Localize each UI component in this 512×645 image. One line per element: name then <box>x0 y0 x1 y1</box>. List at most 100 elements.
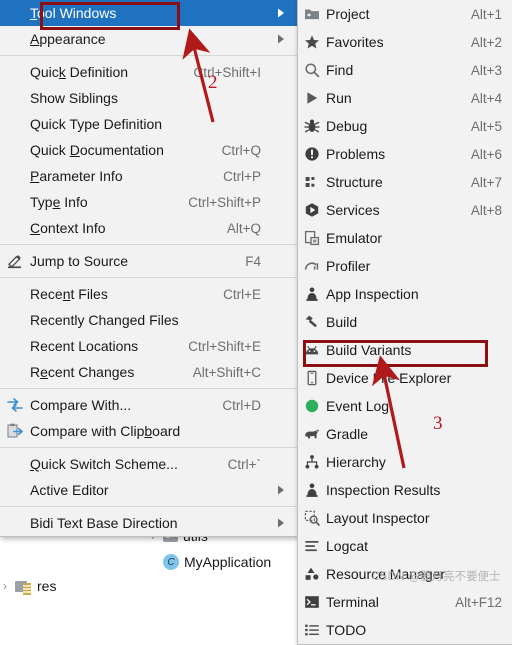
menu-separator <box>0 506 297 507</box>
submenu-item-event-log[interactable]: Event Log <box>298 392 512 420</box>
view-menu[interactable]: Tool Windows Appearance Quick Definition Ct… <box>0 0 298 537</box>
gradle-elephant-icon <box>298 426 326 442</box>
class-icon: C <box>163 554 179 570</box>
menu-item-tool-windows[interactable]: Tool Windows <box>0 0 297 26</box>
tree-row-label: MyApplication <box>184 554 272 570</box>
menu-separator <box>0 447 297 448</box>
menu-item-compare-with-clipboard[interactable]: Compare with Clipboard <box>0 418 297 444</box>
tree-row-label: res <box>37 578 57 594</box>
menu-item-label: Parameter Info <box>30 168 123 184</box>
submenu-item-label: Problems <box>326 146 386 162</box>
submenu-item-terminal[interactable]: Terminal Alt+F12 <box>298 588 512 616</box>
menu-item-show-siblings[interactable]: Show Siblings <box>0 85 297 111</box>
tree-row-myapplication[interactable]: C MyApplication <box>148 554 271 570</box>
submenu-item-run[interactable]: Run Alt+4 <box>298 84 512 112</box>
menu-item-context-info[interactable]: Context Info Alt+Q <box>0 215 297 241</box>
submenu-item-shortcut: Alt+7 <box>470 174 502 190</box>
menu-item-shortcut: Ctrl+Shift+E <box>188 338 261 354</box>
menu-item-recent-files[interactable]: Recent Files Ctrl+E <box>0 281 297 307</box>
submenu-item-shortcut: Alt+4 <box>470 90 502 106</box>
menu-item-shortcut: Ctrl+P <box>223 168 261 184</box>
menu-item-label: Quick Documentation <box>30 142 164 158</box>
menu-item-label: Recently Changed Files <box>30 312 179 328</box>
submenu-arrow-icon <box>275 485 287 495</box>
compare-clipboard-icon <box>0 423 30 439</box>
menu-item-parameter-info[interactable]: Parameter Info Ctrl+P <box>0 163 297 189</box>
menu-item-label: Active Editor <box>30 482 109 498</box>
menu-item-recently-changed-files[interactable]: Recently Changed Files <box>0 307 297 333</box>
submenu-item-build[interactable]: Build <box>298 308 512 336</box>
menu-item-recent-changes[interactable]: Recent Changes Alt+Shift+C <box>0 359 297 385</box>
submenu-item-label: Logcat <box>326 538 369 554</box>
menu-item-shortcut: Alt+Q <box>226 220 261 236</box>
tree-expand-arrow-icon[interactable]: › <box>0 579 10 593</box>
submenu-item-inspection-results[interactable]: Inspection Results <box>298 476 512 504</box>
menu-item-shortcut: Alt+Shift+C <box>192 364 261 380</box>
submenu-item-label: Services <box>326 202 380 218</box>
submenu-item-hierarchy[interactable]: Hierarchy <box>298 448 512 476</box>
menu-item-label: Tool Windows <box>30 5 117 21</box>
menu-separator <box>0 55 297 56</box>
menu-item-compare-with[interactable]: Compare With... Ctrl+D <box>0 392 297 418</box>
submenu-item-profiler[interactable]: Profiler <box>298 252 512 280</box>
submenu-item-shortcut: Alt+3 <box>470 62 502 78</box>
submenu-item-label: Build <box>326 314 358 330</box>
submenu-item-label: App Inspection <box>326 286 419 302</box>
menu-item-label: Appearance <box>30 31 106 47</box>
submenu-item-services[interactable]: Services Alt+8 <box>298 196 512 224</box>
submenu-item-build-variants[interactable]: Build Variants <box>298 336 512 364</box>
todo-list-icon <box>298 622 326 638</box>
tree-row-res[interactable]: › res <box>0 578 57 595</box>
menu-item-shortcut: Ctrl+` <box>227 456 261 472</box>
menu-item-label: Quick Switch Scheme... <box>30 456 178 472</box>
submenu-item-label: Resource Manager <box>326 566 446 582</box>
submenu-item-todo[interactable]: TODO <box>298 616 512 644</box>
submenu-item-label: Favorites <box>326 34 384 50</box>
submenu-item-project[interactable]: Project Alt+1 <box>298 0 512 28</box>
menu-item-appearance[interactable]: Appearance <box>0 26 297 52</box>
submenu-item-label: Profiler <box>326 258 371 274</box>
submenu-item-find[interactable]: Find Alt+3 <box>298 56 512 84</box>
menu-item-quick-definition[interactable]: Quick Definition Ctrl+Shift+I <box>0 59 297 85</box>
bug-icon <box>298 118 326 134</box>
play-icon <box>298 90 326 106</box>
menu-item-recent-locations[interactable]: Recent Locations Ctrl+Shift+E <box>0 333 297 359</box>
submenu-item-label: Inspection Results <box>326 482 441 498</box>
submenu-arrow-icon <box>275 8 287 18</box>
device-icon <box>298 370 326 386</box>
tool-windows-submenu[interactable]: Project Alt+1 Favorites Alt+2 Find Alt+3 Run Al… <box>297 0 512 645</box>
submenu-item-emulator[interactable]: Emulator <box>298 224 512 252</box>
menu-item-type-info[interactable]: Type Info Ctrl+Shift+P <box>0 189 297 215</box>
submenu-item-label: Hierarchy <box>326 454 386 470</box>
menu-separator <box>0 277 297 278</box>
menu-item-shortcut: Ctrl+Shift+I <box>193 64 261 80</box>
submenu-item-label: Device File Explorer <box>326 370 452 386</box>
menu-item-active-editor[interactable]: Active Editor <box>0 477 297 503</box>
menu-item-quick-switch-scheme[interactable]: Quick Switch Scheme... Ctrl+` <box>0 451 297 477</box>
submenu-item-structure[interactable]: Structure Alt+7 <box>298 168 512 196</box>
menu-item-shortcut: F4 <box>245 253 261 269</box>
submenu-item-device-file-explorer[interactable]: Device File Explorer <box>298 364 512 392</box>
submenu-item-label: Terminal <box>326 594 379 610</box>
menu-item-label: Quick Type Definition <box>30 116 163 132</box>
submenu-item-favorites[interactable]: Favorites Alt+2 <box>298 28 512 56</box>
submenu-arrow-icon <box>275 518 287 528</box>
submenu-item-label: Layout Inspector <box>326 510 430 526</box>
submenu-item-label: Event Log <box>326 398 390 414</box>
submenu-item-gradle[interactable]: Gradle <box>298 420 512 448</box>
android-icon <box>298 342 326 358</box>
submenu-item-logcat[interactable]: Logcat <box>298 532 512 560</box>
menu-item-quick-documentation[interactable]: Quick Documentation Ctrl+Q <box>0 137 297 163</box>
menu-item-bidi-text-base-direction[interactable]: Bidi Text Base Direction <box>0 510 297 536</box>
terminal-icon <box>298 594 326 610</box>
submenu-item-layout-inspector[interactable]: Layout Inspector <box>298 504 512 532</box>
submenu-item-debug[interactable]: Debug Alt+5 <box>298 112 512 140</box>
menu-item-label: Jump to Source <box>30 253 129 269</box>
submenu-item-resource-manager[interactable]: Resource Manager <box>298 560 512 588</box>
submenu-item-problems[interactable]: Problems Alt+6 <box>298 140 512 168</box>
menu-item-jump-to-source[interactable]: Jump to Source F4 <box>0 248 297 274</box>
submenu-item-shortcut: Alt+6 <box>470 146 502 162</box>
submenu-item-app-inspection[interactable]: App Inspection <box>298 280 512 308</box>
menu-item-label: Recent Locations <box>30 338 139 354</box>
menu-item-quick-type-definition[interactable]: Quick Type Definition <box>0 111 297 137</box>
